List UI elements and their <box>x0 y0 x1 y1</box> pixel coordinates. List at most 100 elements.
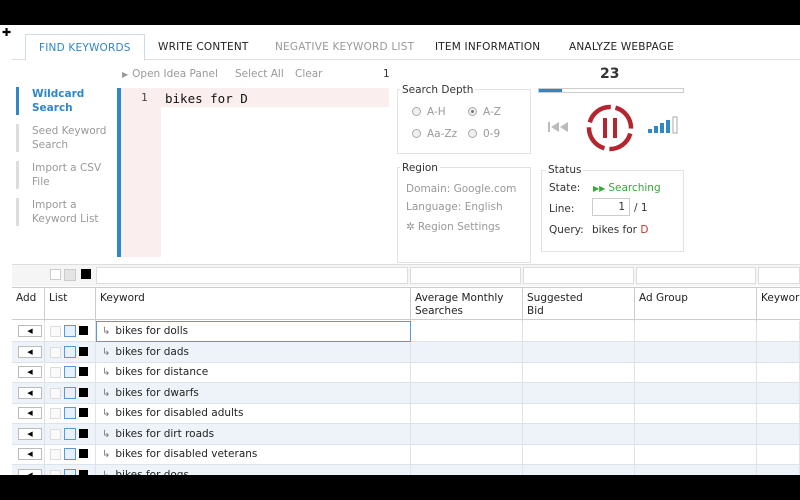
tab-write-content[interactable]: WRITE CONTENT <box>158 41 249 53</box>
clear-button[interactable]: Clear <box>295 68 322 80</box>
editor-line[interactable]: 1 bikes for D <box>121 88 389 107</box>
add-row-button[interactable]: ◀ <box>18 366 42 378</box>
sidebar-item-import-csv[interactable]: Import a CSV File <box>16 161 114 189</box>
open-idea-panel-button[interactable]: ▶ Open Idea Panel <box>122 68 218 80</box>
header-ad-group[interactable]: Ad Group <box>635 288 757 321</box>
table-row[interactable]: ◀ ↳ bikes for distance <box>12 362 800 383</box>
add-row-button[interactable]: ◀ <box>18 468 42 475</box>
radio-a-h[interactable]: A-H <box>412 106 446 118</box>
row-color-box[interactable] <box>79 346 88 356</box>
tab-negative-keyword-list: NEGATIVE KEYWORD LIST <box>275 41 415 53</box>
add-row-button[interactable]: ◀ <box>18 386 42 399</box>
row-keyword-text: bikes for dwarfs <box>115 386 199 399</box>
header-keyword[interactable]: Keyword <box>96 288 411 321</box>
line-text[interactable]: bikes for D <box>165 91 248 106</box>
row-checkbox[interactable] <box>50 367 61 378</box>
speed-icon[interactable] <box>648 116 680 134</box>
add-row-button[interactable]: ◀ <box>18 448 42 460</box>
row-keyword[interactable]: ↳ bikes for dirt roads <box>102 428 214 440</box>
rewind-icon[interactable] <box>547 120 573 134</box>
results-counter: 23 <box>600 66 620 82</box>
keyword-editor[interactable]: 1 bikes for D <box>117 88 389 257</box>
row-checkbox[interactable] <box>50 326 61 337</box>
filter-keyword[interactable] <box>96 267 408 284</box>
row-list-box[interactable] <box>64 407 76 419</box>
row-checkbox[interactable] <box>50 469 61 475</box>
row-keyword[interactable]: ↳ bikes for dads <box>102 346 189 358</box>
filter-checkbox[interactable] <box>50 269 61 280</box>
table-cell <box>757 464 800 475</box>
row-list-box[interactable] <box>64 366 76 378</box>
add-row-button[interactable]: ◀ <box>18 427 42 440</box>
header-suggested-bid[interactable]: Suggested Bid <box>523 288 635 321</box>
table-row[interactable]: ◀ ↳ bikes for dogs <box>12 464 800 476</box>
row-keyword[interactable]: ↳ bikes for dolls <box>102 325 188 337</box>
row-color-box[interactable] <box>79 449 88 458</box>
row-checkbox[interactable] <box>50 428 61 440</box>
row-list-box[interactable] <box>64 427 76 440</box>
row-keyword[interactable]: ↳ bikes for dogs <box>102 469 189 476</box>
row-list-box[interactable] <box>64 468 76 475</box>
add-row-button[interactable]: ◀ <box>18 407 42 419</box>
filter-ad-group[interactable] <box>636 267 756 284</box>
row-checkbox[interactable] <box>50 449 61 460</box>
pause-button[interactable] <box>585 103 635 153</box>
radio-dot <box>468 129 477 138</box>
tab-item-information[interactable]: ITEM INFORMATION <box>435 41 540 53</box>
sidebar-item-import-keyword-list[interactable]: Import a Keyword List <box>16 198 114 226</box>
row-keyword[interactable]: ↳ bikes for disabled adults <box>102 407 244 419</box>
region-settings-button[interactable]: ✲ Region Settings <box>406 221 500 233</box>
radio-0-9[interactable]: 0-9 <box>468 128 500 140</box>
tab-analyze-webpage[interactable]: ANALYZE WEBPAGE <box>569 41 674 53</box>
filter-avg-searches[interactable] <box>410 267 521 284</box>
radio-a-z[interactable]: A-Z <box>468 106 501 118</box>
row-checkbox[interactable] <box>50 387 61 399</box>
row-list-box[interactable] <box>64 325 76 337</box>
row-color-box[interactable] <box>79 326 88 335</box>
row-checkbox[interactable] <box>50 408 61 419</box>
row-color-box[interactable] <box>79 387 88 397</box>
filter-bid[interactable] <box>523 267 634 284</box>
row-keyword[interactable]: ↳ bikes for dwarfs <box>102 387 199 399</box>
radio-aa-zz[interactable]: Aa-Zz <box>412 128 457 140</box>
plus-icon[interactable]: ✚ <box>2 26 11 39</box>
row-list-box[interactable] <box>64 386 76 399</box>
header-add[interactable]: Add <box>12 288 45 321</box>
sub-keyword-arrow-icon: ↳ <box>102 408 111 419</box>
table-row[interactable]: ◀ ↳ bikes for dirt roads <box>12 423 800 445</box>
table-row[interactable]: ◀ ↳ bikes for dads <box>12 341 800 363</box>
table-row[interactable]: ◀ ↳ bikes for disabled veterans <box>12 444 800 465</box>
filter-list-box[interactable] <box>64 269 76 281</box>
row-checkbox[interactable] <box>50 346 61 358</box>
sidebar-item-wildcard-search[interactable]: Wildcard Search <box>16 87 114 115</box>
filter-keyword2[interactable] <box>758 267 800 284</box>
search-depth-title: Search Depth <box>400 84 476 96</box>
table-row[interactable]: ◀ ↳ bikes for dolls <box>12 321 800 342</box>
sidebar-item-seed-keyword-search[interactable]: Seed Keyword Search <box>16 124 114 152</box>
sub-keyword-arrow-icon: ↳ <box>102 449 111 460</box>
filter-color-box[interactable] <box>81 269 91 279</box>
row-list-box[interactable] <box>64 345 76 358</box>
gear-icon: ✲ <box>406 221 415 233</box>
row-color-box[interactable] <box>79 428 88 438</box>
add-row-button[interactable]: ◀ <box>18 325 42 337</box>
row-color-box[interactable] <box>79 408 88 417</box>
add-row-button[interactable]: ◀ <box>18 345 42 358</box>
header-avg-monthly-searches[interactable]: Average Monthly Searches <box>411 288 523 321</box>
line-input[interactable]: 1 <box>592 198 630 216</box>
header-list[interactable]: List <box>45 288 96 321</box>
row-color-box[interactable] <box>79 469 88 475</box>
row-color-box[interactable] <box>79 367 88 376</box>
select-all-button[interactable]: Select All <box>235 68 284 80</box>
searching-icon: ▶▶ <box>593 184 606 193</box>
region-language: Language: English <box>406 201 503 213</box>
radio-label: A-Z <box>483 106 501 118</box>
row-keyword[interactable]: ↳ bikes for distance <box>102 366 208 378</box>
sub-keyword-arrow-icon: ↳ <box>102 346 111 358</box>
tab-find-keywords[interactable]: FIND KEYWORDS <box>25 34 145 61</box>
row-keyword[interactable]: ↳ bikes for disabled veterans <box>102 448 257 460</box>
table-row[interactable]: ◀ ↳ bikes for dwarfs <box>12 382 800 404</box>
header-keyword2[interactable]: Keywor <box>757 288 800 321</box>
row-list-box[interactable] <box>64 448 76 460</box>
table-row[interactable]: ◀ ↳ bikes for disabled adults <box>12 403 800 424</box>
